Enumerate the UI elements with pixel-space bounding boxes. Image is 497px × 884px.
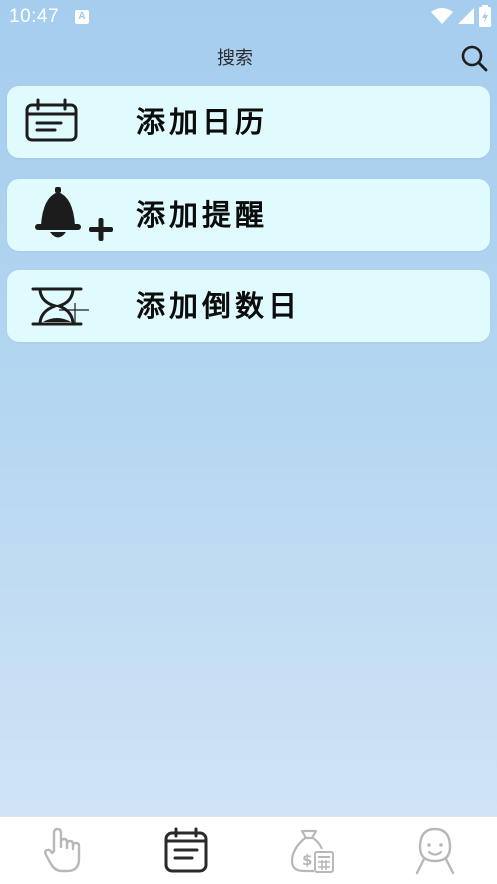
page-title: 搜索 xyxy=(217,48,253,69)
app-notification-icon: A xyxy=(75,10,89,24)
search-icon xyxy=(461,45,488,72)
wifi-icon xyxy=(431,8,453,24)
tab-calendar[interactable] xyxy=(162,827,212,875)
person-icon xyxy=(415,827,455,875)
add-calendar-card[interactable]: 添加日历 xyxy=(7,86,490,158)
add-countdown-card[interactable]: 添加倒数日 xyxy=(7,270,490,342)
money-bag-icon: $ xyxy=(290,829,334,873)
add-countdown-label: 添加倒数日 xyxy=(136,289,302,323)
bell-add-icon xyxy=(33,187,123,241)
tab-money[interactable]: $ xyxy=(288,827,338,875)
add-reminder-label: 添加提醒 xyxy=(136,198,269,232)
hand-pointer-icon xyxy=(44,827,81,873)
bottom-tab-bar: $ xyxy=(0,816,497,884)
status-icons xyxy=(431,5,491,27)
status-time: 10:47 xyxy=(9,6,60,27)
tab-hand[interactable] xyxy=(38,827,88,875)
add-reminder-card[interactable]: 添加提醒 xyxy=(7,179,490,251)
hourglass-icon xyxy=(31,286,121,334)
header: 搜索 xyxy=(0,34,497,80)
svg-text:$: $ xyxy=(302,851,312,869)
signal-icon xyxy=(458,8,474,24)
tab-profile[interactable] xyxy=(410,827,460,875)
status-bar: 10:47 A xyxy=(0,0,497,34)
calendar-icon xyxy=(25,98,115,146)
calendar-icon xyxy=(164,827,208,873)
search-button[interactable] xyxy=(459,43,489,73)
battery-icon xyxy=(479,5,491,27)
add-calendar-label: 添加日历 xyxy=(136,105,269,139)
